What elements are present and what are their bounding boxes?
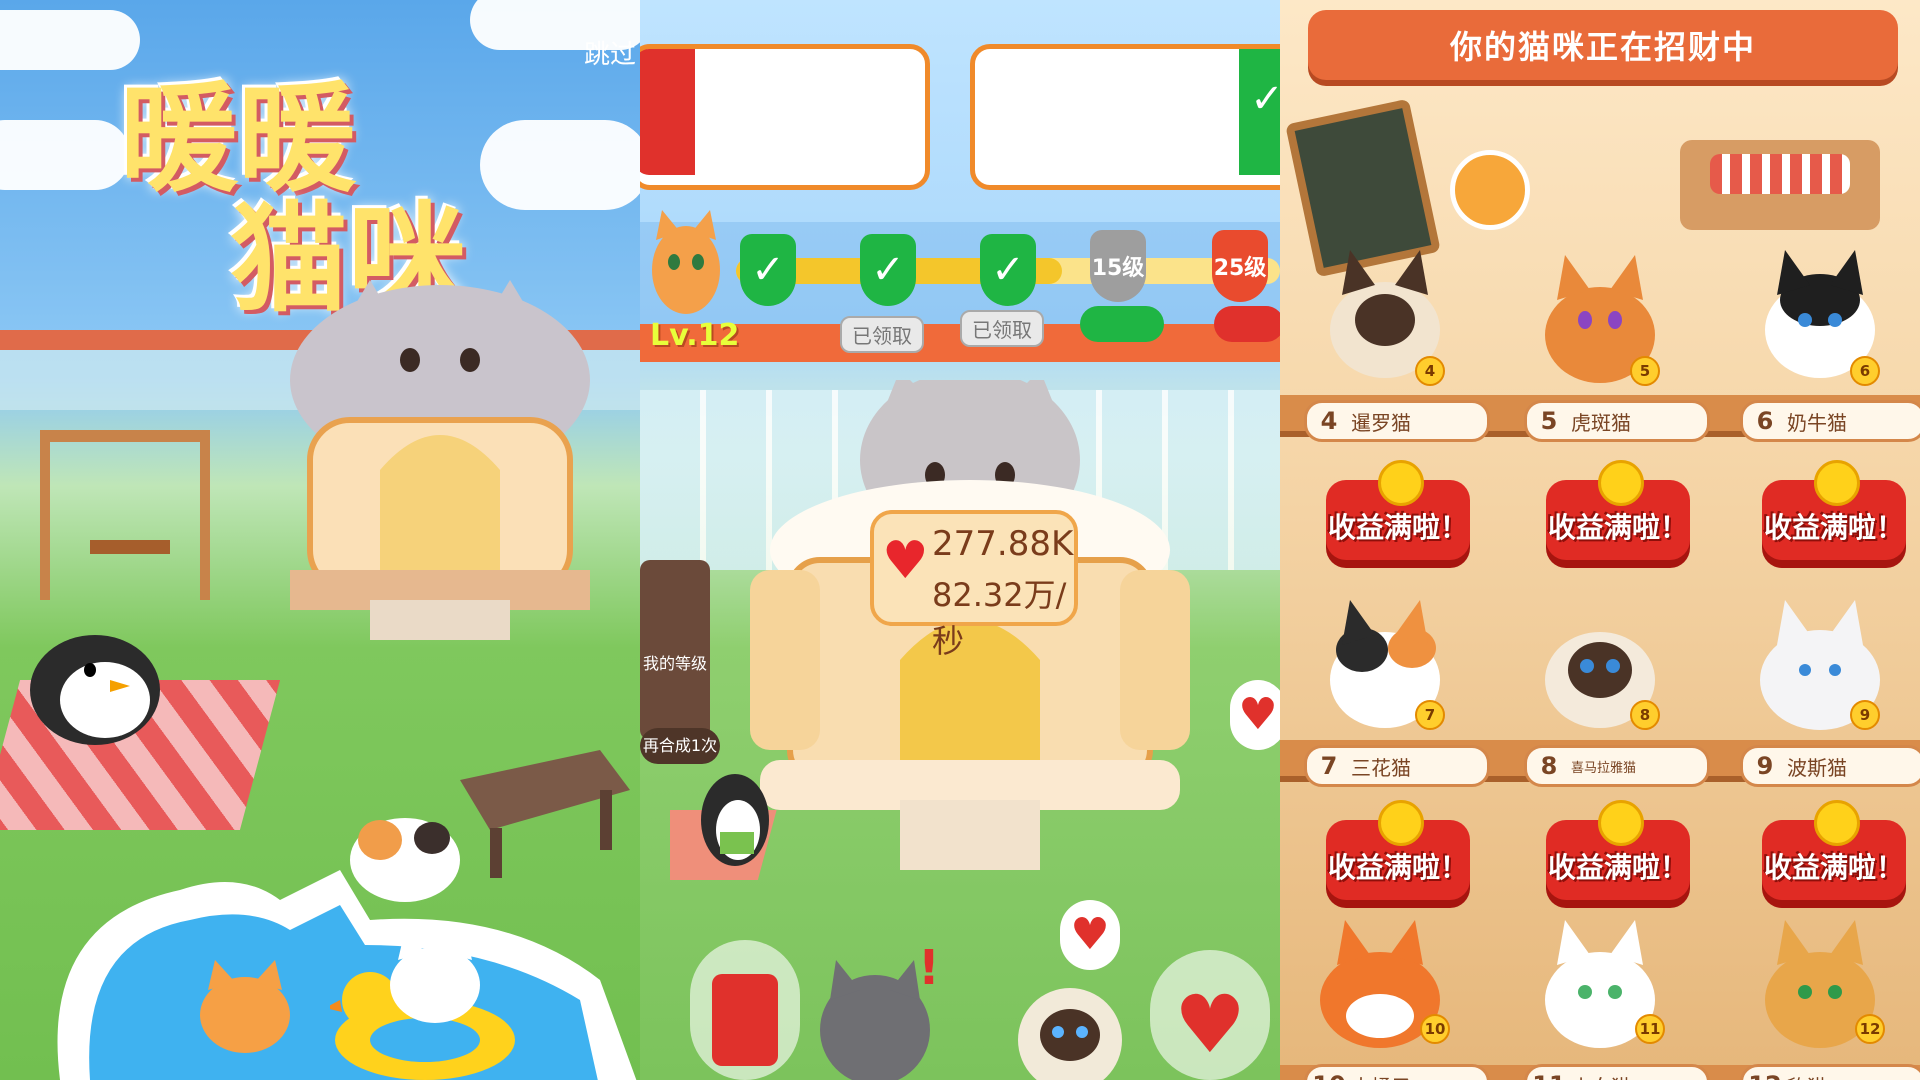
merge-hint: 再合成1次: [640, 728, 720, 764]
cat-nameplate: 6 奶牛猫: [1740, 400, 1920, 442]
intro-panel: 跳过 暖暖 猫咪: [0, 0, 640, 1080]
red-packet-icon: [640, 49, 695, 175]
heart-icon: ♥: [882, 531, 929, 591]
income-full-button[interactable]: 收益满啦！: [1308, 800, 1488, 920]
cloud: [0, 10, 140, 70]
milestone-check-3: ✓: [980, 234, 1036, 306]
cat-level-badge: 10: [1420, 1014, 1450, 1044]
cat-level-badge: 8: [1630, 700, 1660, 730]
home-panel: ✓ Lv.12 ✓ ✓ ✓ 15级 25级 已领取 已领取 ♥ 277.88K …: [640, 0, 1280, 1080]
income-total: 277.88K: [932, 524, 1074, 564]
player-level: Lv.12: [650, 318, 740, 353]
cat-nameplate: 11小白猫: [1524, 1064, 1710, 1080]
coin-icon: [1378, 800, 1424, 846]
cat-nameplate: 12豹猫: [1740, 1064, 1920, 1080]
milestone-check-2: ✓: [860, 234, 916, 306]
income-rate: 82.32万/秒: [932, 576, 1067, 660]
player-cat-avatar: [652, 210, 720, 314]
cat-level-badge: 4: [1415, 356, 1445, 386]
cat-level-badge: 7: [1415, 700, 1445, 730]
cat-nameplate: 8 喜马拉雅猫: [1524, 745, 1710, 787]
game-title-line1: 暖暖: [120, 70, 357, 208]
heart-button[interactable]: ♥: [1150, 950, 1270, 1080]
cat-nameplate: 10大橘子: [1304, 1064, 1490, 1080]
cat-collection-panel: 你的猫咪正在招财中 4 5 6 4 暹罗猫 5 虎斑猫 6 奶牛猫 收益满啦！ 收益满…: [1280, 0, 1920, 1080]
check-icon: ✓: [1239, 49, 1280, 175]
heart-bubble-icon[interactable]: ♥: [1230, 680, 1280, 750]
income-full-button[interactable]: 收益满啦！: [1528, 800, 1708, 920]
cat-bed: [1680, 140, 1880, 230]
penguin-reading: [670, 774, 777, 880]
cat-nameplate: 7 三花猫: [1304, 745, 1490, 787]
income-full-button[interactable]: 收益满啦！: [1308, 460, 1488, 580]
cat-level-badge: 6: [1850, 356, 1880, 386]
cat-level-badge: 5: [1630, 356, 1660, 386]
income-display: ♥ 277.88K 82.32万/秒: [870, 510, 1078, 660]
claimed-badge-2: 已领取: [960, 310, 1044, 347]
milestone-check-1: ✓: [740, 234, 796, 306]
red-packet-bubble[interactable]: [690, 940, 800, 1080]
claimed-badge-1: 已领取: [840, 316, 924, 353]
cat-house: [290, 280, 590, 640]
cat-nameplate: 4 暹罗猫: [1304, 400, 1490, 442]
coin-icon: [1378, 460, 1424, 506]
income-full-button[interactable]: 收益满啦！: [1744, 460, 1920, 580]
alert-icon: !: [918, 940, 940, 996]
milestone-level-15: 15级: [1090, 230, 1146, 302]
heart-bubble-icon[interactable]: ♥: [1060, 900, 1120, 970]
cat-level-badge: 9: [1850, 700, 1880, 730]
task-card-left[interactable]: [640, 44, 930, 190]
coin-icon: [1814, 460, 1860, 506]
cat-level-badge: 12: [1855, 1014, 1885, 1044]
coin-icon: [1598, 800, 1644, 846]
milestone-level-25: 25级: [1212, 230, 1268, 302]
task-card-right[interactable]: ✓: [970, 44, 1280, 190]
orange-cat-swimming: [200, 960, 290, 1053]
cat-level-badge: 11: [1635, 1014, 1665, 1044]
swing: [40, 430, 210, 600]
cat-nameplate: 9 波斯猫: [1740, 745, 1920, 787]
income-full-button[interactable]: 收益满啦！: [1744, 800, 1920, 920]
red-packet-icon: [712, 974, 778, 1066]
cloud: [480, 120, 640, 210]
cat-nameplate: 5 虎斑猫: [1524, 400, 1710, 442]
income-full-button[interactable]: 收益满啦！: [1528, 460, 1708, 580]
my-level-badge[interactable]: 我的等级: [640, 560, 710, 740]
banner-title: 你的猫咪正在招财中: [1308, 10, 1898, 80]
cloud: [0, 120, 130, 190]
skip-button[interactable]: 跳过: [584, 34, 636, 71]
clock-icon: [1450, 150, 1530, 230]
claim-button[interactable]: [1080, 306, 1164, 342]
penguin: [30, 635, 160, 745]
tea-table: [460, 750, 630, 878]
locked-claim-button[interactable]: [1214, 306, 1280, 342]
white-cat: [390, 930, 480, 1023]
coin-icon: [1814, 800, 1860, 846]
my-level-label: 我的等级: [642, 654, 707, 673]
coin-icon: [1598, 460, 1644, 506]
